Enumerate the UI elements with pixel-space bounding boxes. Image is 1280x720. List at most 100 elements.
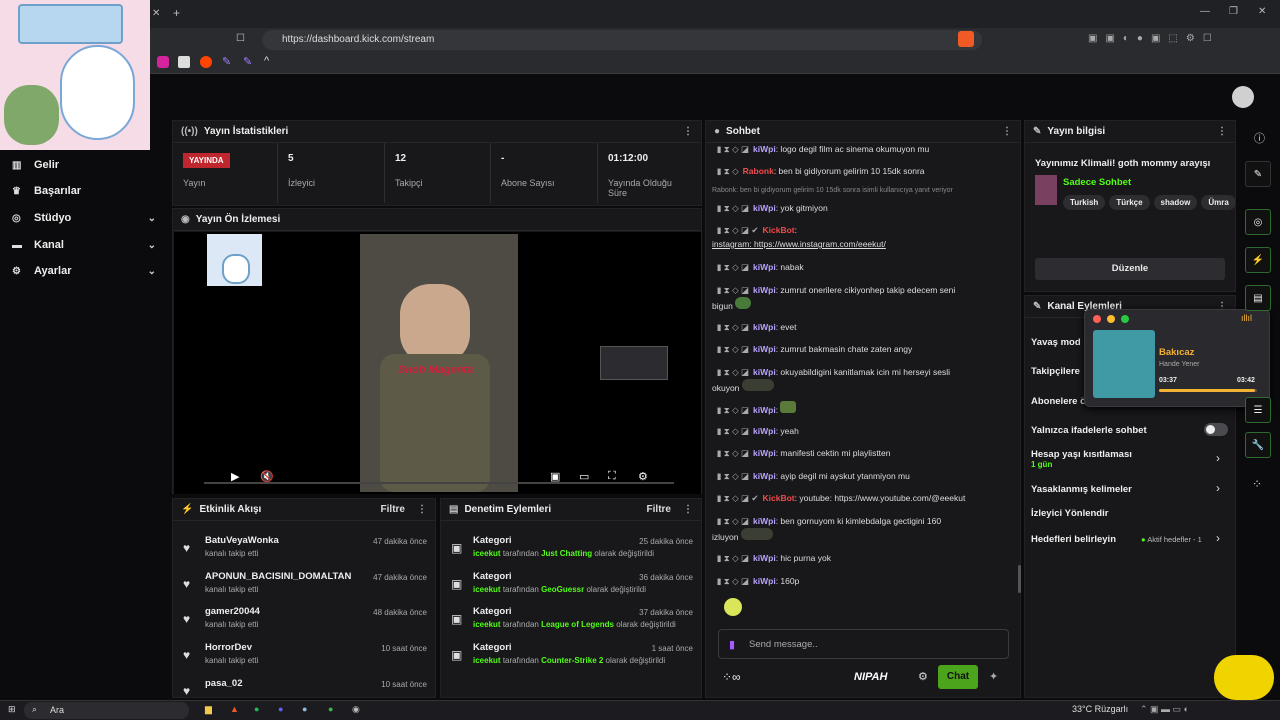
rail-wrench-button[interactable]: 🔧 [1245,432,1271,458]
chat-username[interactable]: kiWpi [753,262,776,272]
account-age-label[interactable]: Hesap yaşı kısıtlaması [1031,449,1132,460]
instagram-icon[interactable] [157,56,169,68]
rail-document-button[interactable]: ▤ [1245,285,1271,311]
microphone-icon[interactable]: ▮ [729,638,735,651]
close-tab-icon[interactable]: ✕ [152,8,160,19]
subs-only-label[interactable]: Abonelere ö [1031,396,1086,407]
video-frame: Snob Magenta [360,234,518,492]
minimize-icon[interactable]: — [1200,6,1210,17]
redirect-label[interactable]: İzleyici Yönlendir [1031,508,1108,519]
more-icon[interactable]: ⋮ [417,504,427,515]
chat-send-button[interactable]: Chat [938,665,978,689]
close-dot[interactable] [1093,315,1101,323]
chevron-right-icon[interactable]: › [1216,481,1220,495]
play-icon[interactable]: ▶ [231,470,239,483]
gift-icon[interactable]: ✦ [989,670,998,683]
chat-link[interactable]: instagram: https://www.instagram.com/eee… [712,239,886,249]
discord-icon[interactable]: ● [278,704,283,714]
chevron-right-icon[interactable]: › [1216,531,1220,545]
chat-username[interactable]: KickBot [763,493,795,503]
info-icon[interactable]: ⓘ [1254,130,1265,146]
filter-button[interactable]: Filtre [381,504,405,515]
mute-icon[interactable]: 🔇 [260,470,274,483]
more-icon[interactable]: ⋮ [1217,126,1227,137]
bookmark-icon-2[interactable] [178,56,190,68]
list-item: ▣ Kategori iceekut tarafından Counter-Stri… [451,642,693,676]
theater-icon[interactable]: ▭ [579,470,589,483]
chat-username[interactable]: kiWpi [753,553,776,563]
mod-text: tarafından [502,656,539,665]
chat-username[interactable]: KickBot [763,225,795,235]
chat-username[interactable]: kiWpi [753,367,776,377]
more-icon[interactable]: ⋮ [683,504,693,515]
feather-icon[interactable]: ✎ [222,55,231,68]
chat-username[interactable]: kiWpi [753,144,776,154]
pip-icon[interactable]: ▣ [550,470,560,483]
more-icon[interactable]: ⋮ [1002,126,1012,137]
window-close-icon[interactable]: ✕ [1258,6,1266,17]
infinity-icon[interactable]: ⁘∞ [722,670,741,684]
sidebar-item-studio[interactable]: ◎ Stüdyo ⌄ [12,207,162,229]
chat-username[interactable]: kiWpi [753,203,776,213]
sidebar-item-achievements[interactable]: ♛ Başarılar [12,180,162,202]
chat-username[interactable]: kiWpi [753,322,776,332]
chat-username[interactable]: kiWpi [753,405,776,415]
goals-label[interactable]: Hedefleri belirleyin [1031,534,1116,545]
chat-username[interactable]: kiWpi [753,516,776,526]
url-field[interactable]: https://dashboard.kick.com/stream [262,30,982,50]
chat-username[interactable]: Rabonk [743,166,774,176]
emote-only-toggle[interactable] [1204,423,1228,436]
fullscreen-icon[interactable]: ⛶ [608,470,616,483]
windows-start-icon[interactable]: ⊞ [8,704,16,715]
chat-message: ▮ ⧗ ◇ ◪ kiWpi: nabak [712,260,1012,274]
chat-scrollbar[interactable] [1018,565,1021,593]
slow-mode-label[interactable]: Yavaş mod [1031,337,1081,348]
rail-pencil-button[interactable]: ✎ [1245,161,1271,187]
followers-only-label[interactable]: Takipçilere [1031,366,1080,377]
new-tab-icon[interactable]: + [173,6,180,20]
video-progress-bar[interactable] [204,482,674,484]
xbox-icon[interactable]: ● [328,704,333,714]
chat-username[interactable]: kiWpi [753,576,776,586]
maximize-dot[interactable] [1121,315,1129,323]
chat-username[interactable]: kiWpi [753,448,776,458]
avatar[interactable] [1232,86,1254,108]
rail-lightning-button[interactable]: ⚡ [1245,247,1271,273]
brave-shield-icon[interactable] [958,31,974,47]
chat-username[interactable]: kiWpi [753,471,776,481]
tray-icons[interactable]: ⌃ ▣ ▬ ▭ ◐ [1140,704,1189,715]
chat-settings-icon[interactable]: ⚙ [918,670,928,683]
banned-words-label[interactable]: Yasaklanmış kelimeler [1031,484,1132,495]
chat-username[interactable]: kiWpi [753,285,776,295]
bookmark-icon[interactable]: ☐ [236,33,245,44]
edit-button[interactable]: Düzenle [1035,258,1225,280]
feather-icon-2[interactable]: ✎ [243,55,252,68]
rail-studio-button[interactable]: ◎ [1245,209,1271,235]
steam-icon[interactable]: ● [302,704,307,714]
filter-button[interactable]: Filtre [647,504,671,515]
spotify-icon[interactable]: ● [254,704,259,714]
chat-input[interactable]: ▮ Send message.. [718,629,1009,659]
sidebar-item-settings[interactable]: ⚙ Ayarlar ⌄ [12,260,162,282]
settings-gear-icon[interactable]: ⚙ [638,470,648,483]
sidebar-item-income[interactable]: ▥ Gelir [12,154,162,176]
sidebar-item-channel[interactable]: ▬ Kanal ⌄ [12,234,162,256]
caret-icon[interactable]: ^ [264,55,269,67]
restore-icon[interactable]: ❐ [1229,6,1238,17]
apps-icon[interactable]: ⁘ [1252,477,1262,491]
extensions-icons[interactable]: ▣▣◐●▣⬚⚙☐ [1088,33,1220,44]
minimize-dot[interactable] [1107,315,1115,323]
chevron-right-icon[interactable]: › [1216,451,1220,465]
video-player[interactable]: Snob Magenta ▶ 🔇 ▣ ▭ ⛶ ⚙ [174,232,701,494]
more-icon[interactable]: ⋮ [683,126,693,137]
brave-icon[interactable]: ▲ [230,704,239,714]
category-name[interactable]: Sadece Sohbet [1063,177,1131,188]
stat-label: Yayın [183,178,206,188]
rail-list-button[interactable]: ☰ [1245,397,1271,423]
reddit-icon[interactable] [200,56,212,68]
chat-username[interactable]: kiWpi [753,426,776,436]
obs-icon[interactable]: ◉ [352,704,360,715]
chat-username[interactable]: kiWpi [753,344,776,354]
taskbar-search[interactable]: ⌕ Ara [24,702,189,719]
file-explorer-icon[interactable]: ▆ [205,704,212,715]
